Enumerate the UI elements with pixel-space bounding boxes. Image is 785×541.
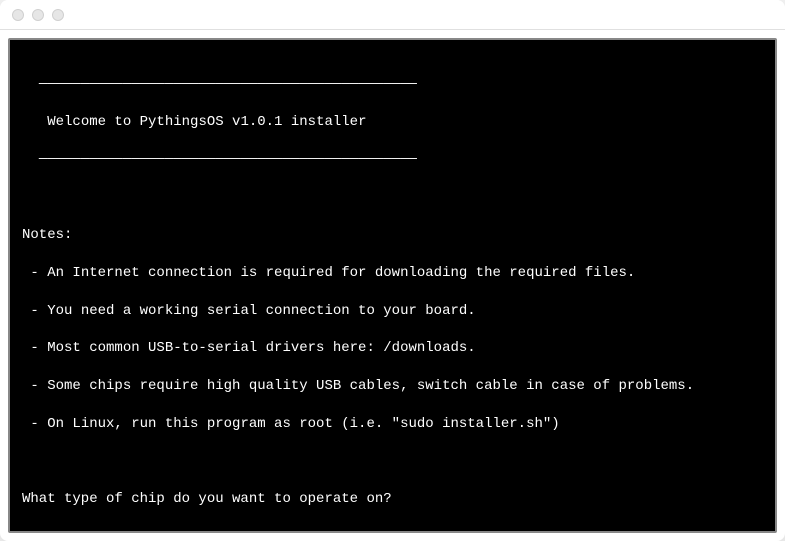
blank-line [22,528,763,533]
note-item: - Some chips require high quality USB ca… [22,377,763,396]
note-item: - An Internet connection is required for… [22,264,763,283]
note-item: - On Linux, run this program as root (i.… [22,415,763,434]
close-button[interactable] [12,9,24,21]
terminal-window: ————————————————————————————————————————… [0,0,785,541]
window-titlebar [0,0,785,30]
terminal-output[interactable]: ————————————————————————————————————————… [8,38,777,533]
banner-rule-top: ————————————————————————————————————————… [22,75,763,94]
banner-rule-bottom: ————————————————————————————————————————… [22,150,763,169]
note-item: - You need a working serial connection t… [22,302,763,321]
minimize-button[interactable] [32,9,44,21]
question: What type of chip do you want to operate… [22,490,763,509]
notes-header: Notes: [22,226,763,245]
note-item: - Most common USB-to-serial drivers here… [22,339,763,358]
banner-title: Welcome to PythingsOS v1.0.1 installer [22,113,763,132]
blank-line [22,188,763,207]
maximize-button[interactable] [52,9,64,21]
blank-line [22,453,763,472]
